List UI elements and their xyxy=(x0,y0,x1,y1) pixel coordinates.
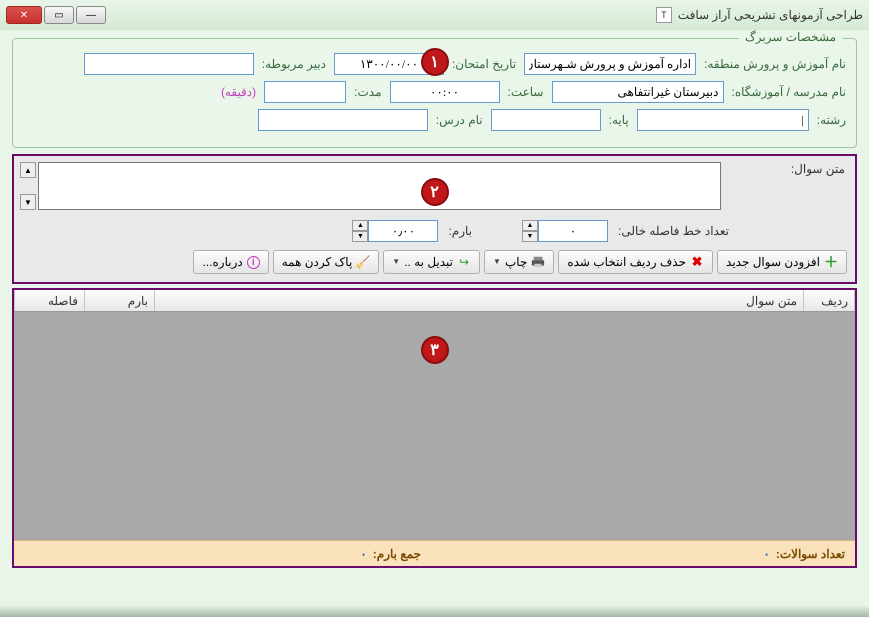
region-label: نام آموزش و پرورش منطقه: xyxy=(704,57,846,71)
broom-icon: 🧹 xyxy=(356,255,370,269)
grid-col-score[interactable]: بارم xyxy=(84,290,154,311)
empty-lines-up[interactable]: ▲ xyxy=(522,220,538,231)
chevron-down-icon: ▼ xyxy=(493,258,501,266)
empty-lines-value[interactable]: ۰ xyxy=(538,220,608,242)
delete-row-button[interactable]: ✖ حذف ردیف انتخاب شده xyxy=(558,250,713,274)
convert-arrow-icon: ↪ xyxy=(457,255,471,269)
scroll-down-button[interactable]: ▼ xyxy=(20,194,36,210)
grade-input[interactable] xyxy=(491,109,601,131)
bottom-shadow xyxy=(0,605,869,617)
badge-3: ۳ xyxy=(421,336,449,364)
window-title-wrap: طراحی آزمونهای تشریحی آراز سافت T xyxy=(656,7,863,23)
summary-bar: تعداد سوالات: ۰ جمع بارم: ۰ xyxy=(14,540,855,566)
score-down[interactable]: ▼ xyxy=(352,231,368,242)
score-spinner: ۰٫۰۰ ▲ ▼ xyxy=(352,220,438,242)
exam-date-label: تاریخ امتحان: xyxy=(452,57,516,71)
teacher-input[interactable] xyxy=(84,53,254,75)
clear-all-label: پاک کردن همه xyxy=(282,255,353,269)
print-button[interactable]: چاپ ▼ xyxy=(484,250,554,274)
about-button[interactable]: i درباره... xyxy=(193,250,268,274)
convert-label: تبدیل به .. xyxy=(404,255,453,269)
empty-lines-spinner: ۰ ▲ ▼ xyxy=(522,220,608,242)
summary-total-label: جمع بارم: xyxy=(373,547,421,561)
scroll-up-button[interactable]: ▲ xyxy=(20,162,36,178)
empty-lines-down[interactable]: ▼ xyxy=(522,231,538,242)
textarea-scrollbar: ▲ ▼ xyxy=(20,162,36,210)
school-input[interactable] xyxy=(552,81,724,103)
grid-section: ردیف متن سوال بارم فاصله تعداد سوالات: ۰… xyxy=(12,288,857,568)
grid-col-text[interactable]: متن سوال xyxy=(154,290,803,311)
window-title: طراحی آزمونهای تشریحی آراز سافت xyxy=(678,8,863,22)
info-icon: i xyxy=(247,256,260,269)
time-label: ساعت: xyxy=(508,85,544,99)
x-icon: ✖ xyxy=(690,255,704,269)
question-section: متن سوال: ▲ ▼ تعداد خط فاصله خالی: ۰ xyxy=(12,154,857,284)
clear-all-button[interactable]: 🧹 پاک کردن همه xyxy=(273,250,380,274)
convert-button[interactable]: ↪ تبدیل به .. ▼ xyxy=(383,250,480,274)
summary-total-value: ۰ xyxy=(360,547,366,561)
plus-icon: ＋ xyxy=(824,255,838,269)
duration-unit: (دقیقه) xyxy=(221,85,256,99)
region-input[interactable] xyxy=(524,53,696,75)
print-label: چاپ xyxy=(505,255,527,269)
app-icon: T xyxy=(656,7,672,23)
chevron-down-icon: ▼ xyxy=(392,258,400,266)
question-text-label: متن سوال: xyxy=(729,162,849,176)
content: ۱ ۲ ۳ مشخصات سربرگ نام آموزش و پرورش منط… xyxy=(0,30,869,574)
score-value[interactable]: ۰٫۰۰ xyxy=(368,220,438,242)
header-legend: مشخصات سربرگ xyxy=(739,30,842,44)
grade-label: پایه: xyxy=(609,113,629,127)
duration-label: مدت: xyxy=(354,85,381,99)
time-input[interactable] xyxy=(390,81,500,103)
duration-input[interactable] xyxy=(264,81,346,103)
school-label: نام مدرسه / آموزشگاه: xyxy=(732,85,847,99)
score-label: بارم: xyxy=(448,224,472,238)
minimize-button[interactable]: — xyxy=(76,6,106,24)
maximize-button[interactable]: ▭ xyxy=(44,6,74,24)
teacher-label: دبیر مربوطه: xyxy=(262,57,326,71)
window: ✕ ▭ — طراحی آزمونهای تشریحی آراز سافت T … xyxy=(0,0,869,617)
course-input[interactable] xyxy=(258,109,428,131)
course-label: نام درس: xyxy=(436,113,483,127)
add-question-button[interactable]: ＋ افزودن سوال جدید xyxy=(717,250,847,274)
titlebar: ✕ ▭ — طراحی آزمونهای تشریحی آراز سافت T xyxy=(0,0,869,30)
question-text-input[interactable] xyxy=(38,162,721,210)
score-up[interactable]: ▲ xyxy=(352,220,368,231)
field-label: رشته: xyxy=(817,113,846,127)
grid-header: ردیف متن سوال بارم فاصله xyxy=(14,290,855,312)
close-button[interactable]: ✕ xyxy=(6,6,42,24)
field-input[interactable] xyxy=(637,109,809,131)
summary-count-value: ۰ xyxy=(763,547,769,561)
grid-col-gap[interactable]: فاصله xyxy=(14,290,84,311)
grid-col-row[interactable]: ردیف xyxy=(803,290,855,311)
toolbar: ＋ افزودن سوال جدید ✖ حذف ردیف انتخاب شده… xyxy=(20,248,849,276)
badge-1: ۱ xyxy=(421,48,449,76)
about-label: درباره... xyxy=(202,255,242,269)
window-buttons: ✕ ▭ — xyxy=(6,6,106,24)
badge-2: ۲ xyxy=(421,178,449,206)
delete-row-label: حذف ردیف انتخاب شده xyxy=(567,255,686,269)
empty-lines-label: تعداد خط فاصله خالی: xyxy=(618,224,729,238)
summary-count-label: تعداد سوالات: xyxy=(776,547,845,561)
add-question-label: افزودن سوال جدید xyxy=(726,255,820,269)
printer-icon xyxy=(531,255,545,269)
question-grid: ردیف متن سوال بارم فاصله xyxy=(14,290,855,540)
